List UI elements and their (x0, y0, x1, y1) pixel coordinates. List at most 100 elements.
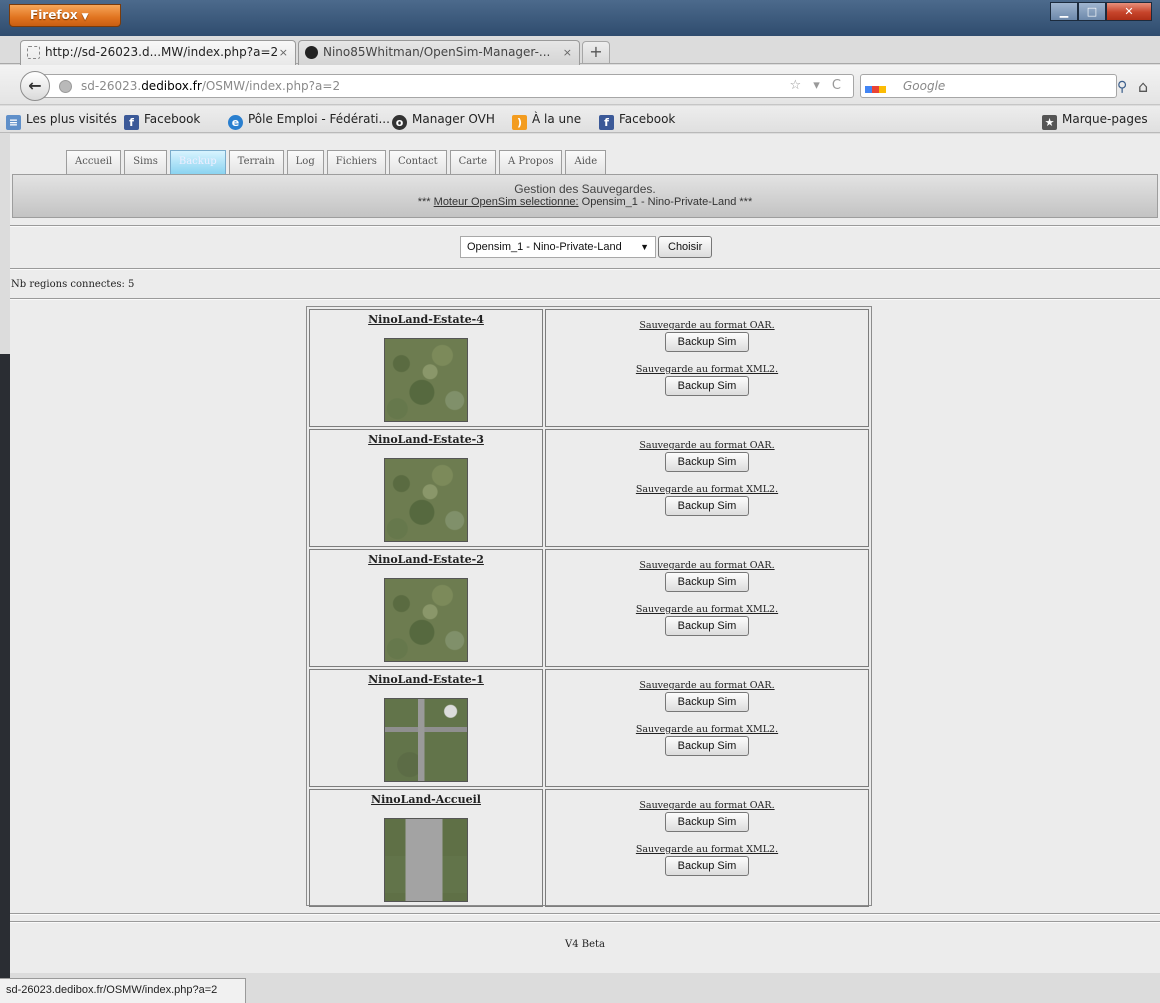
oar-format-link[interactable]: Sauvegarde au format OAR. (546, 800, 868, 811)
oar-format-link[interactable]: Sauvegarde au format OAR. (546, 560, 868, 571)
table-row: NinoLand-Estate-3 Sauvegarde au format O… (309, 429, 869, 547)
backup-xml2-button[interactable]: Backup Sim (665, 496, 749, 516)
close-window-button[interactable]: ✕ (1106, 2, 1152, 21)
google-icon[interactable] (865, 78, 895, 94)
choose-button[interactable]: Choisir (658, 236, 713, 258)
tab-backup[interactable]: Backup (169, 150, 226, 174)
bookmark-most-visited[interactable]: ≡ Les plus visités (6, 106, 117, 133)
browser-window: Firefox ▼ ▁ □ ✕ http://sd-26023.d...MW/in… (0, 0, 1160, 1003)
backup-oar-button[interactable]: Backup Sim (665, 452, 749, 472)
backup-oar-button[interactable]: Backup Sim (665, 332, 749, 352)
maximize-button[interactable]: □ (1078, 2, 1106, 21)
region-cell: NinoLand-Estate-2 (309, 549, 543, 667)
xml2-format-link[interactable]: Sauvegarde au format XML2. (546, 604, 868, 615)
region-name-link[interactable]: NinoLand-Accueil (310, 793, 542, 806)
navigation-bar: sd-26023.dedibox.fr/OSMW/index.php?a=2 ☆… (0, 65, 1160, 105)
tab-contact[interactable]: Contact (388, 150, 447, 174)
bookmark-manager-ovh[interactable]: o Manager OVH (392, 106, 495, 133)
page-left-edge (0, 134, 10, 1003)
status-bar: sd-26023.dedibox.fr/OSMW/index.php?a=2 (0, 978, 246, 1003)
window-controls: ▁ □ ✕ (1050, 2, 1152, 22)
page-content: Accueil Sims Backup Terrain Log Fichiers… (10, 134, 1160, 973)
backup-oar-button[interactable]: Backup Sim (665, 572, 749, 592)
oar-format-link[interactable]: Sauvegarde au format OAR. (546, 680, 868, 691)
region-name-link[interactable]: NinoLand-Estate-4 (310, 313, 542, 326)
tab-sims[interactable]: Sims (124, 150, 167, 174)
xml2-format-link[interactable]: Sauvegarde au format XML2. (546, 364, 868, 375)
region-name-link[interactable]: NinoLand-Estate-1 (310, 673, 542, 686)
table-row: NinoLand-Estate-1 Sauvegarde au format O… (309, 669, 869, 787)
backup-xml2-button[interactable]: Backup Sim (665, 736, 749, 756)
region-name-link[interactable]: NinoLand-Estate-3 (310, 433, 542, 446)
bookmark-facebook[interactable]: f Facebook (124, 106, 200, 133)
tab-accueil[interactable]: Accueil (66, 150, 122, 174)
divider (10, 268, 1160, 270)
backup-cell: Sauvegarde au format OAR. Backup Sim Sau… (545, 429, 869, 547)
backup-cell: Sauvegarde au format OAR. Backup Sim Sau… (545, 669, 869, 787)
xml2-format-link[interactable]: Sauvegarde au format XML2. (546, 484, 868, 495)
title-bar: Firefox ▼ ▁ □ ✕ (0, 0, 1160, 36)
backup-xml2-button[interactable]: Backup Sim (665, 616, 749, 636)
version-footer: V4 Beta (564, 939, 605, 950)
new-tab-button[interactable]: + (582, 41, 610, 64)
close-tab-icon[interactable]: × (563, 41, 572, 64)
oar-format-link[interactable]: Sauvegarde au format OAR. (546, 320, 868, 331)
tab-strip: http://sd-26023.d...MW/index.php?a=2 × N… (0, 36, 1160, 65)
bookmark-a-la-une[interactable]: ) À la une (512, 106, 581, 133)
engine-select[interactable]: Opensim_1 - Nino-Private-Land ▼ (460, 236, 656, 258)
xml2-format-link[interactable]: Sauvegarde au format XML2. (546, 724, 868, 735)
page-icon (27, 46, 40, 59)
minimize-button[interactable]: ▁ (1050, 2, 1078, 21)
bookmark-pole-emploi[interactable]: e Pôle Emploi - Fédérati... (228, 106, 390, 133)
table-row: NinoLand-Estate-2 Sauvegarde au format O… (309, 549, 869, 667)
divider (10, 913, 1160, 915)
star-icon: ★ (1042, 115, 1057, 130)
tab-fichiers[interactable]: Fichiers (326, 150, 386, 174)
firefox-menu-label: Firefox (30, 8, 78, 22)
region-map-image (384, 698, 468, 782)
home-icon[interactable]: ⌂ (1138, 77, 1148, 96)
browser-tab-osmw[interactable]: http://sd-26023.d...MW/index.php?a=2 × (20, 40, 296, 65)
backup-xml2-button[interactable]: Backup Sim (665, 856, 749, 876)
oar-format-link[interactable]: Sauvegarde au format OAR. (546, 440, 868, 451)
bookmarks-menu-button[interactable]: ★ Marque-pages (1042, 106, 1148, 133)
backup-xml2-button[interactable]: Backup Sim (665, 376, 749, 396)
engine-selector: Opensim_1 - Nino-Private-Land ▼ Choisir (460, 236, 713, 258)
tab-carte[interactable]: Carte (449, 150, 496, 174)
tab-terrain[interactable]: Terrain (228, 150, 284, 174)
engine-label[interactable]: Moteur OpenSim selectionne: (434, 196, 579, 208)
back-button[interactable]: ← (20, 71, 50, 101)
close-tab-icon[interactable]: × (279, 41, 288, 64)
site-identity-icon[interactable] (59, 80, 72, 93)
page-title: Gestion des Sauvegardes. (514, 182, 656, 196)
search-icon[interactable]: ⚲ (1117, 79, 1127, 95)
region-cell: NinoLand-Estate-4 (309, 309, 543, 427)
bookmark-facebook-2[interactable]: f Facebook (599, 106, 675, 133)
backup-cell: Sauvegarde au format OAR. Backup Sim Sau… (545, 309, 869, 427)
most-visited-icon: ≡ (6, 115, 21, 130)
engine-value: Opensim_1 - Nino-Private-Land (581, 196, 737, 208)
region-cell: NinoLand-Accueil (309, 789, 543, 907)
table-row: NinoLand-Estate-4 Sauvegarde au format O… (309, 309, 869, 427)
url-text: sd-26023.dedibox.fr/OSMW/index.php?a=2 (81, 79, 341, 93)
bookmark-star-icon[interactable]: ☆ ▾ C (789, 75, 845, 97)
tab-log[interactable]: Log (286, 150, 324, 174)
search-bar[interactable]: Google (860, 74, 1117, 98)
page-banner: Gestion des Sauvegardes. *** Moteur Open… (12, 174, 1158, 218)
pole-emploi-icon: e (228, 115, 243, 130)
regions-table: NinoLand-Estate-4 Sauvegarde au format O… (306, 306, 872, 907)
tab-aide[interactable]: Aide (565, 150, 607, 174)
backup-oar-button[interactable]: Backup Sim (665, 692, 749, 712)
region-cell: NinoLand-Estate-3 (309, 429, 543, 547)
tab-label: http://sd-26023.d...MW/index.php?a=2 (45, 45, 279, 59)
browser-tab-github[interactable]: Nino85Whitman/OpenSim-Manager-... × (298, 40, 580, 65)
region-map-image (384, 818, 468, 902)
url-bar[interactable]: sd-26023.dedibox.fr/OSMW/index.php?a=2 ☆… (40, 74, 854, 98)
xml2-format-link[interactable]: Sauvegarde au format XML2. (546, 844, 868, 855)
region-map-image (384, 458, 468, 542)
tab-a-propos[interactable]: A Propos (499, 150, 563, 174)
region-name-link[interactable]: NinoLand-Estate-2 (310, 553, 542, 566)
firefox-menu-button[interactable]: Firefox ▼ (9, 4, 121, 27)
table-row: NinoLand-Accueil Sauvegarde au format OA… (309, 789, 869, 907)
backup-oar-button[interactable]: Backup Sim (665, 812, 749, 832)
